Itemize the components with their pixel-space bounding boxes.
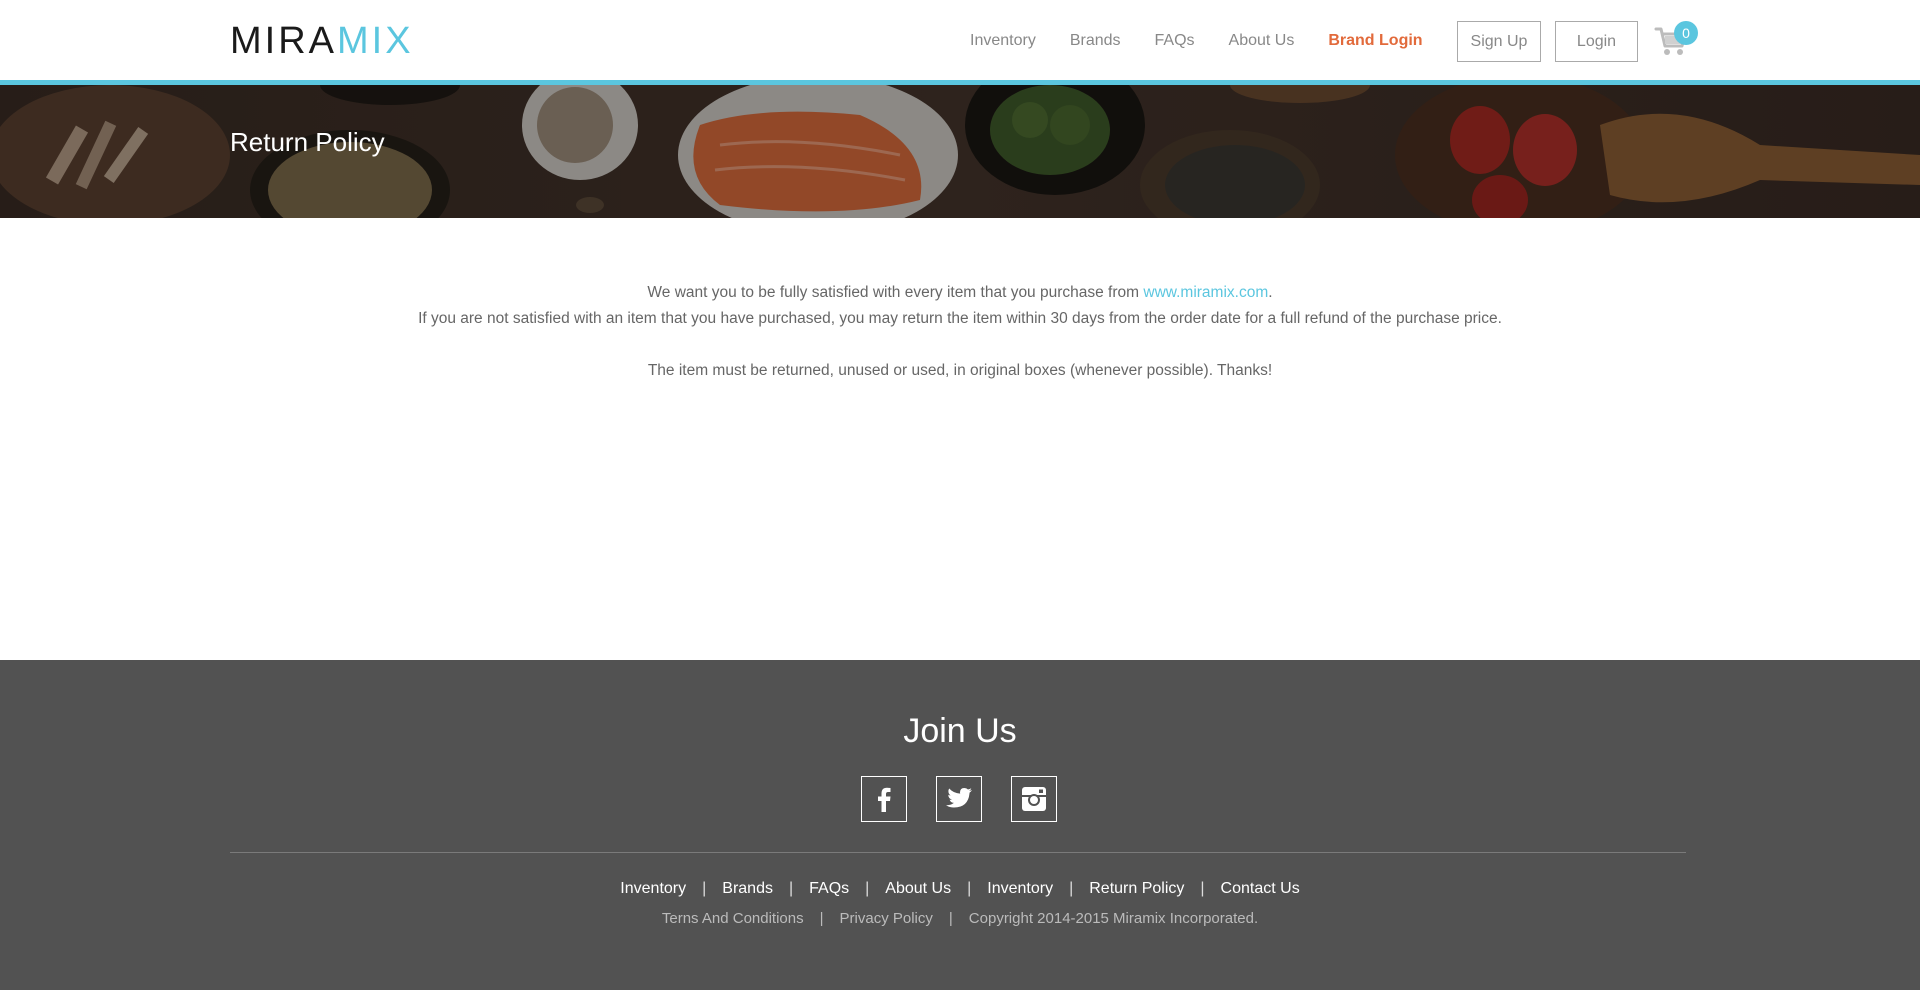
footer-separator: | [819, 910, 824, 927]
twitter-icon [946, 788, 972, 808]
nav-faqs[interactable]: FAQs [1155, 32, 1195, 50]
hero-banner: Return Policy [0, 85, 1920, 218]
footer-separator: | [1200, 880, 1205, 897]
miramix-website-link[interactable]: www.miramix.com [1143, 284, 1268, 301]
footer-separator: | [948, 910, 953, 927]
policy-intro-text: We want you to be fully satisfied with e… [647, 284, 1144, 301]
footer-divider [230, 852, 1686, 853]
twitter-link[interactable] [936, 776, 982, 822]
main-nav: Inventory Brands FAQs About Us Brand Log… [970, 32, 1457, 50]
nav-brands[interactable]: Brands [1070, 32, 1121, 50]
nav-inventory[interactable]: Inventory [970, 32, 1036, 50]
footer-separator: | [865, 880, 870, 897]
policy-paragraph-1: We want you to be fully satisfied with e… [0, 280, 1920, 306]
footer-separator: | [1069, 880, 1074, 897]
nav-about-us[interactable]: About Us [1229, 32, 1295, 50]
footer-link-contact-us[interactable]: Contact Us [1221, 880, 1300, 897]
footer-legal: Terns And Conditions | Privacy Policy | Copy… [0, 910, 1920, 927]
facebook-icon [878, 787, 891, 812]
footer-separator: | [702, 880, 707, 897]
footer-link-about-us[interactable]: About Us [885, 880, 951, 897]
footer-link-faqs[interactable]: FAQs [809, 880, 849, 897]
return-policy-content: We want you to be fully satisfied with e… [0, 218, 1920, 660]
footer-link-inventory[interactable]: Inventory [620, 880, 686, 897]
footer-link-inventory-2[interactable]: Inventory [987, 880, 1053, 897]
footer-nav: Inventory | Brands | FAQs | About Us | Inventory… [0, 880, 1920, 898]
instagram-icon [1022, 787, 1046, 811]
footer-link-brands[interactable]: Brands [722, 880, 773, 897]
miramix-logo[interactable]: MIRA MIX [230, 20, 414, 62]
terms-link[interactable]: Terns And Conditions [662, 910, 804, 927]
policy-paragraph-2: If you are not satisfied with an item th… [418, 310, 1502, 327]
copyright-text: Copyright 2014-2015 Miramix Incorporated… [968, 910, 1259, 927]
logo-part-mix: MIX [337, 20, 414, 62]
footer-link-return-policy[interactable]: Return Policy [1089, 880, 1184, 897]
logo-part-mira: MIRA [230, 20, 337, 62]
privacy-policy-link[interactable]: Privacy Policy [840, 910, 933, 927]
login-button[interactable]: Login [1555, 21, 1638, 62]
join-us-heading: Join Us [903, 712, 1017, 750]
page-title: Return Policy [230, 127, 385, 157]
facebook-link[interactable] [861, 776, 907, 822]
instagram-link[interactable] [1011, 776, 1057, 822]
cart-count-badge: 0 [1674, 21, 1698, 45]
site-header: MIRA MIX Inventory Brands FAQs About Us B… [0, 0, 1920, 80]
policy-paragraph-3: The item must be returned, unused or use… [647, 362, 1273, 379]
footer-separator: | [967, 880, 972, 897]
site-footer: Join Us Inventory | Brands | FAQs | About Us | I… [0, 660, 1920, 990]
nav-brand-login[interactable]: Brand Login [1328, 32, 1422, 50]
sign-up-button[interactable]: Sign Up [1457, 21, 1541, 62]
policy-intro-end: . [1268, 284, 1273, 301]
footer-separator: | [788, 880, 794, 897]
